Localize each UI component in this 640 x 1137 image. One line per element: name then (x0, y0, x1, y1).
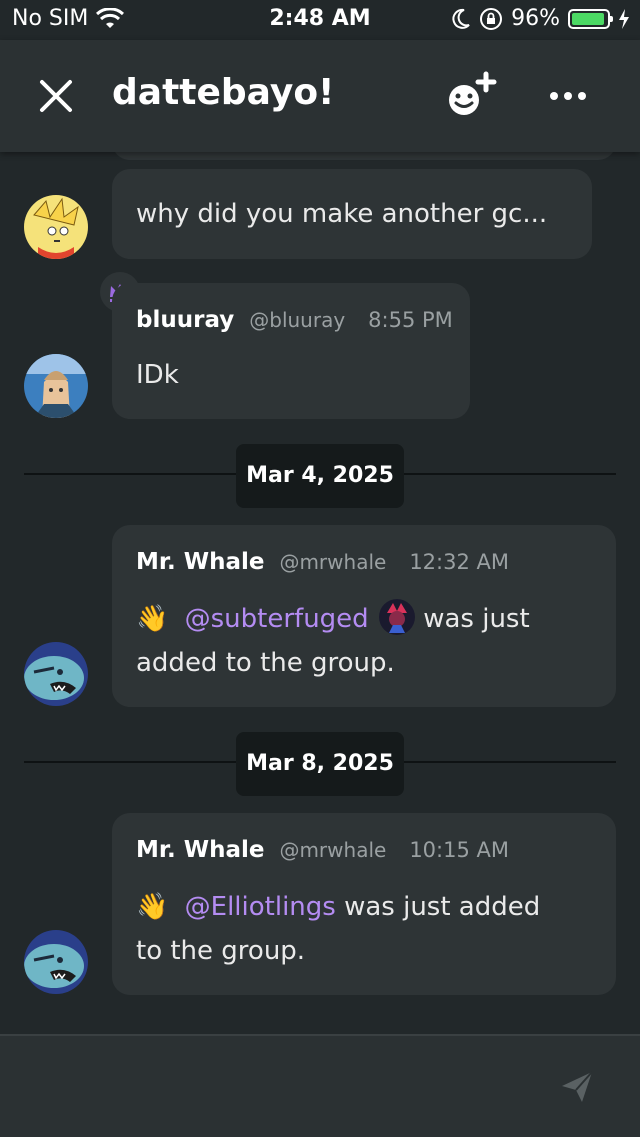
message-bubble-previous (112, 152, 616, 160)
author-name[interactable]: Mr. Whale (136, 549, 264, 575)
chat-header: dattebayo! (0, 40, 640, 152)
message-text-after: was just (423, 604, 530, 634)
message-timestamp: 10:15 AM (409, 838, 509, 862)
add-emoji-icon[interactable] (444, 70, 500, 120)
send-icon[interactable] (560, 1070, 594, 1104)
wave-emoji: 👋 (136, 604, 169, 634)
message-list[interactable]: why did you make another gc... bluuray @… (0, 152, 640, 1034)
message-text-line2: to the group. (136, 936, 306, 966)
message-text: 👋 @subterfuged was just added to the gro… (136, 597, 596, 685)
message-timestamp: 12:32 AM (409, 550, 509, 574)
author-handle: @mrwhale (279, 550, 387, 574)
message-text-line2: added to the group. (136, 648, 395, 678)
wave-emoji: 👋 (136, 892, 169, 922)
message-text: IDk (136, 360, 179, 390)
rotation-lock-icon (480, 7, 503, 30)
chat-title: dattebayo! (112, 72, 335, 113)
battery-icon (568, 8, 613, 29)
message-text: why did you make another gc... (136, 199, 548, 229)
mention-avatar (378, 599, 415, 635)
author-name[interactable]: bluuray (136, 307, 234, 333)
message-bubble[interactable]: why did you make another gc... (112, 169, 592, 259)
message-header: bluuray @bluuray 8:55 PM (136, 307, 453, 333)
message-text-after: was just added (344, 892, 541, 922)
message-bubble[interactable]: bluuray @bluuray 8:55 PM IDk (112, 283, 470, 419)
avatar[interactable] (24, 642, 88, 706)
status-bar: No SIM 2:48 AM 96% (0, 0, 640, 40)
charging-icon (619, 8, 629, 29)
close-icon[interactable] (36, 76, 76, 116)
user-mention[interactable]: @Elliotlings (185, 892, 336, 922)
system-message-bubble[interactable]: Mr. Whale @mrwhale 12:32 AM 👋 @subterfug… (112, 525, 616, 707)
user-mention[interactable]: @subterfuged (185, 604, 369, 634)
avatar[interactable] (24, 354, 88, 418)
moon-icon (452, 8, 470, 29)
date-label: Mar 4, 2025 (236, 444, 404, 508)
author-handle: @mrwhale (279, 838, 387, 862)
battery-percent: 96% (511, 6, 560, 31)
system-message-bubble[interactable]: Mr. Whale @mrwhale 10:15 AM 👋 @Elliotlin… (112, 813, 616, 995)
more-icon[interactable] (546, 76, 590, 116)
avatar[interactable] (24, 930, 88, 994)
message-header: Mr. Whale @mrwhale 12:32 AM (136, 549, 509, 575)
message-composer[interactable] (0, 1034, 640, 1137)
author-handle: @bluuray (249, 308, 346, 332)
message-timestamp: 8:55 PM (368, 308, 453, 332)
date-label: Mar 8, 2025 (236, 732, 404, 796)
message-text: 👋 @Elliotlings was just added to the gro… (136, 885, 596, 973)
author-name[interactable]: Mr. Whale (136, 837, 264, 863)
message-header: Mr. Whale @mrwhale 10:15 AM (136, 837, 509, 863)
avatar[interactable] (24, 195, 88, 259)
